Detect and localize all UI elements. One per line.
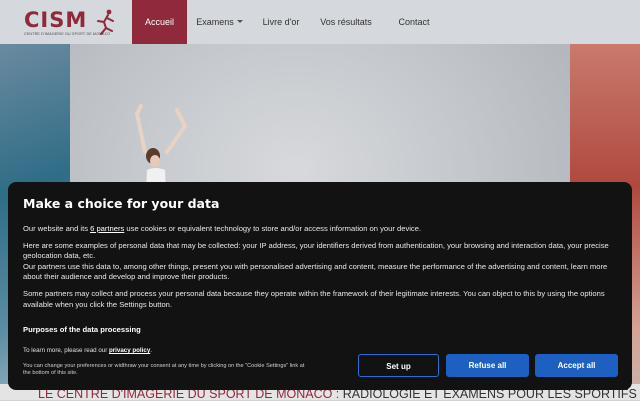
nav-item-examens[interactable]: Examens <box>192 0 238 44</box>
site-logo[interactable]: CISM CENTRE D'IMAGERIE DU SPORT DE MONAC… <box>24 9 124 39</box>
consent-paragraph-1: Our website and its 6 partners use cooki… <box>23 224 619 235</box>
partners-link[interactable]: 6 partners <box>90 224 124 233</box>
consent-text: use cookies or equivalent technology to … <box>124 224 422 233</box>
privacy-policy-link[interactable]: privacy policy <box>109 347 150 354</box>
learn-more-prefix: To learn more, please read our <box>23 347 109 354</box>
accept-all-button[interactable]: Accept all <box>535 354 618 377</box>
consent-paragraph-3: Our partners use this data to, among oth… <box>23 261 608 282</box>
site-header: CISM CENTRE D'IMAGERIE DU SPORT DE MONAC… <box>0 0 640 44</box>
learn-more-suffix: . <box>150 347 152 354</box>
chevron-down-icon <box>237 20 243 23</box>
logo-name: CISM <box>24 8 88 32</box>
consent-paragraph-4: Some partners may collect and process yo… <box>23 288 605 309</box>
refuse-all-button[interactable]: Refuse all <box>446 354 529 377</box>
nav-item-vos-resultats[interactable]: Vos résultats <box>318 0 374 44</box>
logo-subtitle: CENTRE D'IMAGERIE DU SPORT DE MONACO <box>24 32 111 36</box>
learn-more-text: To learn more, please read our privacy p… <box>23 347 152 354</box>
nav-item-accueil[interactable]: Accueil <box>132 0 187 44</box>
nav-item-contact[interactable]: Contact <box>392 0 436 44</box>
consent-text: Our website and its <box>23 224 91 233</box>
consent-title: Make a choice for your data <box>23 196 220 211</box>
purposes-heading[interactable]: Purposes of the data processing <box>23 325 141 334</box>
set-up-button[interactable]: Set up <box>358 354 439 377</box>
cookie-consent-dialog: Make a choice for your data Our website … <box>8 182 632 390</box>
nav-item-livre-dor[interactable]: Livre d'or <box>256 0 306 44</box>
consent-paragraph-2: Here are some examples of personal data … <box>23 240 609 261</box>
consent-body: Our website and its 6 partners use cooki… <box>23 224 619 316</box>
preferences-note: You can change your preferences or width… <box>23 363 305 377</box>
